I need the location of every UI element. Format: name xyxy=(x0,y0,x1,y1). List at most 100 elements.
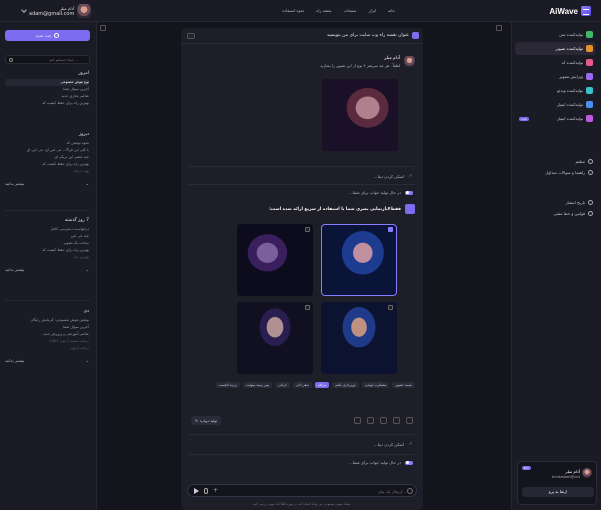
copy-icon[interactable] xyxy=(367,417,374,424)
collapse-left-icon[interactable] xyxy=(100,25,106,31)
generated-image-2[interactable] xyxy=(237,224,313,296)
list-item[interactable]: برنامه تسلیم آزمون 1401 xyxy=(5,338,89,345)
generated-image-4[interactable] xyxy=(237,302,313,374)
chat-title: عنوان نقشه راه وب سایت برای من بنویسید xyxy=(326,33,409,38)
list-item[interactable]: ساخت یک تصویر xyxy=(5,240,89,247)
nav-pages[interactable]: صفحات xyxy=(344,8,357,13)
message-input[interactable] xyxy=(226,487,406,495)
edit-icon xyxy=(586,73,593,80)
brand-logo-icon xyxy=(581,6,591,16)
list-item[interactable]: چند عنصر این تریگر ای xyxy=(5,154,89,161)
list-item[interactable]: چند جی اس xyxy=(5,233,89,240)
release-link[interactable]: تاریخ انتشار xyxy=(515,197,595,208)
dislike-icon[interactable] xyxy=(393,417,400,424)
divider xyxy=(189,184,415,185)
gear-icon xyxy=(588,159,593,164)
list-item[interactable]: عناصر تجاری جدید xyxy=(5,93,89,100)
share-icon[interactable] xyxy=(380,417,387,424)
search-input[interactable] xyxy=(6,56,81,63)
list-item[interactable]: درخواست دسترسی کامل xyxy=(5,226,89,233)
tool-image-edit[interactable]: ویرایش تصویر xyxy=(515,70,595,83)
more-label: بیشتر بدانید xyxy=(5,267,25,272)
thinking-text: اسکن کردن دیتا... xyxy=(373,442,404,447)
more-icon[interactable]: … xyxy=(187,33,195,39)
generated-image-3[interactable] xyxy=(321,302,397,374)
list-item[interactable]: با کلی این فراگ ، می اس اچ، جی اس ای xyxy=(5,147,89,154)
more-row[interactable]: ⌄ بیشتر بدانید xyxy=(5,181,89,186)
options-icon[interactable] xyxy=(407,488,413,494)
list-item[interactable]: تهیه برنامه xyxy=(5,168,89,175)
plus-icon xyxy=(54,33,60,38)
generating-text: در حال تولید جواب برای شما... xyxy=(348,460,401,465)
send-icon[interactable] xyxy=(194,488,200,494)
brand[interactable]: AiWave xyxy=(549,6,591,16)
top-nav: خانه ابزار صفحات نقشه راه نحوه استفاده xyxy=(235,8,395,13)
tag[interactable]: نسبت تصویر xyxy=(392,382,415,388)
collapse-right-icon[interactable] xyxy=(496,25,502,31)
user-menu[interactable]: آدام میلر adam@gmail.com xyxy=(21,4,92,18)
more-row[interactable]: ⌄ بیشتر بدانید xyxy=(5,267,89,272)
microphone-icon[interactable] xyxy=(204,488,208,494)
list-item[interactable]: برنامه آزمون xyxy=(5,345,89,352)
tool-video[interactable]: تولیدکننده ویدئو xyxy=(515,84,595,97)
list-item[interactable]: نوشتن هوش مصنوعی: گرمایش رایگان xyxy=(5,317,89,324)
toggle-switch[interactable] xyxy=(405,190,413,195)
tool-image[interactable]: تولیدکننده تصویر xyxy=(515,42,595,55)
nav-tools[interactable]: ابزار xyxy=(369,8,376,13)
nav-roadmap[interactable]: نقشه راه xyxy=(316,8,331,13)
divider xyxy=(189,166,415,167)
tag[interactable]: مرحله xyxy=(314,382,330,388)
avatar xyxy=(77,4,92,18)
checkbox-icon[interactable] xyxy=(305,305,310,310)
user-uploaded-image[interactable] xyxy=(322,79,398,151)
plus-icon[interactable]: + xyxy=(213,487,218,495)
refresh-icon: ↻ xyxy=(195,418,199,423)
like-icon[interactable] xyxy=(406,417,413,424)
list-item[interactable]: بهترین راه برای حفظ کیفیت کد xyxy=(5,100,89,107)
upgrade-button[interactable]: ارتقا به پرو xyxy=(522,487,594,497)
list-item[interactable]: عناصر آموزشی و پرورش جدید xyxy=(5,331,89,338)
group-title: دی xyxy=(83,309,89,314)
tool-code[interactable]: تولیدکننده کد xyxy=(515,56,595,69)
list-item[interactable]: نحوه نوشتن کد xyxy=(5,140,89,147)
list-item[interactable]: بهترین راه برای حفظ کیفیت کد xyxy=(5,247,89,254)
tag[interactable]: مضطرب ابهامی xyxy=(361,382,390,388)
tag[interactable]: پس زمینه بینهایت xyxy=(242,382,273,388)
more-icon[interactable] xyxy=(354,417,361,424)
tag[interactable]: نورپردازی ملایم xyxy=(332,382,359,388)
tool-email-new[interactable]: جدید تولیدکننده ایمیل xyxy=(515,112,595,125)
disclaimer-text: نسخه هوش مصنوعی می تواند اشتباه کند. در … xyxy=(252,502,352,506)
search-icon xyxy=(9,58,13,62)
tag[interactable]: پرتره دلچسب xyxy=(215,382,240,388)
top-bar: AiWave خانه ابزار صفحات نقشه راه نحوه اس… xyxy=(0,0,601,22)
regenerate-button[interactable]: ↻ تولید دوباره xyxy=(191,416,222,425)
checkbox-icon[interactable] xyxy=(305,227,310,232)
tag[interactable]: حرکتی xyxy=(275,382,290,388)
tool-email[interactable]: تولیدکننده ایمیل xyxy=(515,98,595,111)
bot-message: فقط۴بازنمایی بصری شما با استفاده از سریع… xyxy=(269,204,415,214)
checkbox-checked-icon[interactable] xyxy=(388,227,393,232)
list-item[interactable]: نوع هوش مصنوعی xyxy=(5,79,89,86)
chevron-down-icon: ⌄ xyxy=(85,358,89,363)
avatar xyxy=(404,56,415,67)
checkbox-icon[interactable] xyxy=(388,305,393,310)
nav-howto[interactable]: نحوه استفاده xyxy=(282,8,304,13)
settings-link[interactable]: تنظیم xyxy=(515,156,595,167)
more-label: بیشتر بدانید xyxy=(5,181,25,186)
list-item[interactable]: بهترین راه برای حفظ کیفیت کد xyxy=(5,161,89,168)
policy-link[interactable]: قوانین و خط مشی xyxy=(515,208,595,219)
code-icon xyxy=(586,59,593,66)
tag[interactable]: سفر ذاتی xyxy=(292,382,312,388)
help-link[interactable]: راهنما و سوالات متداول xyxy=(515,167,595,178)
more-row[interactable]: ⌄ بیشتر بدانید xyxy=(5,358,89,363)
tool-label: تولیدکننده متن xyxy=(559,32,583,37)
list-item[interactable]: بهترین راه xyxy=(5,254,89,261)
tool-text[interactable]: تولیدکننده متن xyxy=(515,28,595,41)
list-item[interactable]: آخرین سوال شما xyxy=(5,86,89,93)
nav-home[interactable]: خانه xyxy=(388,8,395,13)
toggle-switch[interactable] xyxy=(405,460,413,465)
generating-text: در حال تولید جواب برای شما... xyxy=(348,190,401,195)
new-chat-button[interactable]: چت جدید xyxy=(5,30,90,41)
list-item[interactable]: آخرین سوال شما xyxy=(5,324,89,331)
upgrade-user-email: trentadam@net xyxy=(551,475,580,479)
